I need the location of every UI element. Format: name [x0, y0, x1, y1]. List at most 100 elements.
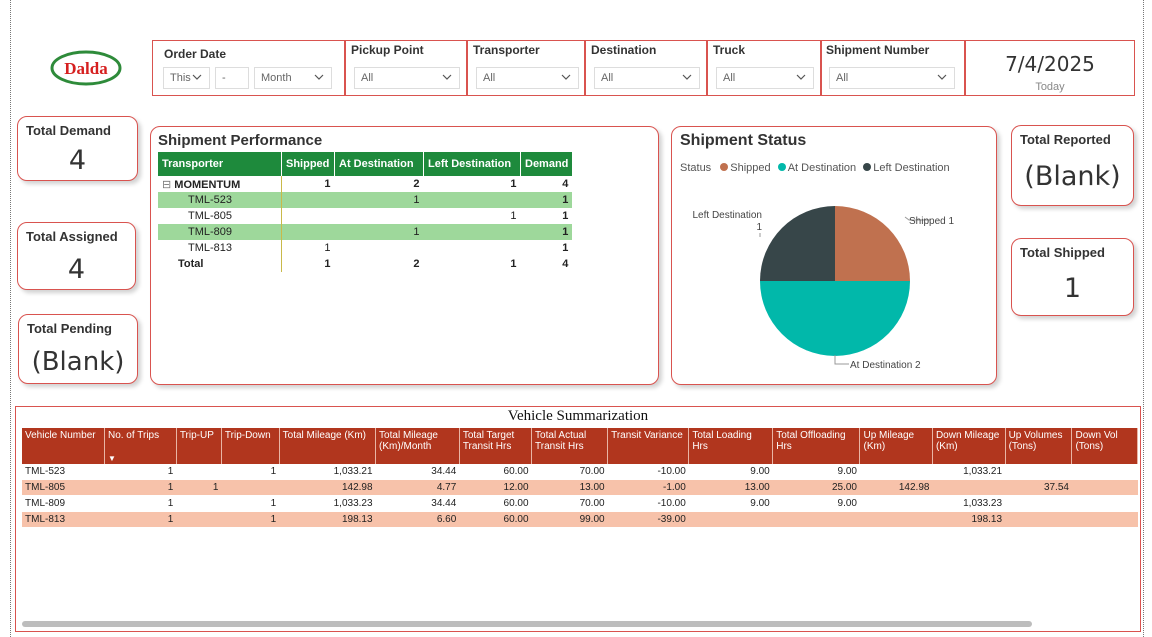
table-row[interactable]: TML-809 1 1 — [158, 224, 573, 240]
table-cell: 1 — [104, 464, 177, 480]
table-cell — [859, 495, 933, 512]
cell — [281, 208, 335, 224]
shipment-number-dropdown[interactable]: All — [829, 67, 955, 89]
cell — [424, 224, 521, 240]
col-header-vehicle-number[interactable]: Vehicle Number — [22, 428, 105, 464]
pie-slice-shipped[interactable] — [835, 206, 910, 281]
table-row[interactable]: TML-813 1 1 198.13 6.60 60.00 99.00 -39.00 198.1… — [22, 511, 1138, 528]
pie-slice-at-destination[interactable] — [760, 281, 910, 356]
cell: 4 — [562, 178, 569, 190]
data-label-shipped: Shipped 1 — [909, 216, 954, 227]
table-cell: 1 — [176, 479, 222, 496]
col-header-actual-transit[interactable]: Total Actual Transit Hrs — [531, 428, 609, 464]
table-row[interactable]: TML-805 1 1 142.98 4.77 12.00 13.00 -1.00 13.00 2… — [22, 479, 1138, 496]
table-row[interactable]: TML-523 1 1 1,033.21 34.44 60.00 70.00 -10.00 9.… — [22, 464, 1138, 480]
order-date-title: Order Date — [164, 47, 227, 61]
table-cell — [1071, 464, 1138, 480]
table-row-group[interactable]: ⊟ MOMENTUM 1 2 1 4 — [158, 176, 572, 192]
col-header-loading-hrs[interactable]: Total Loading Hrs — [688, 428, 774, 464]
col-header-offloading-hrs[interactable]: Total Offloading Hrs — [772, 428, 861, 464]
col-header-shipped[interactable]: Shipped — [281, 152, 335, 176]
table-cell: 198.13 — [279, 511, 376, 528]
table-cell: 1,033.21 — [932, 464, 1006, 480]
vehicle-summary-table: Vehicle Number No. of Trips ▼ Trip-UP Tri… — [22, 428, 1138, 528]
table-cell: 13.00 — [531, 479, 608, 496]
table-row[interactable]: TML-809 1 1 1,033.23 34.44 60.00 70.00 -10.00 9.… — [22, 495, 1138, 512]
cell: 1 — [562, 226, 569, 238]
row-label: TML-809 — [188, 226, 233, 238]
table-cell: 6.60 — [375, 511, 460, 528]
cell: 1 — [281, 256, 335, 272]
table-row[interactable]: TML-523 1 1 — [158, 192, 573, 208]
shipment-status-card: Shipment Status Status Shipped At Destin… — [671, 126, 997, 385]
table-cell: -1.00 — [607, 479, 689, 496]
col-header-down-volumes[interactable]: Down Vol (Tons) — [1071, 428, 1138, 464]
truck-title: Truck — [713, 43, 746, 57]
truck-slicer: Truck All — [707, 40, 821, 96]
table-cell: 34.44 — [375, 464, 460, 480]
table-cell — [176, 464, 222, 480]
table-row[interactable]: TML-805 1 1 — [158, 208, 572, 224]
col-header-up-volumes[interactable]: Up Volumes (Tons) — [1005, 428, 1073, 464]
col-header-total-mileage[interactable]: Total Mileage (Km) — [279, 428, 377, 464]
table-cell: 142.98 — [279, 479, 376, 496]
table-row[interactable]: TML-813 1 1 — [158, 240, 572, 256]
transporter-dropdown[interactable]: All — [476, 67, 579, 89]
chevron-down-icon — [314, 74, 324, 80]
dalda-logo: Dalda — [50, 50, 122, 86]
table-cell: 70.00 — [531, 495, 608, 512]
table-cell: 4.77 — [375, 479, 460, 496]
cell — [281, 192, 335, 208]
col-header-no-of-trips-label: No. of Trips — [107, 430, 160, 441]
today-date-value: 7/4/2025 — [1005, 52, 1095, 76]
col-header-total-mileage-month[interactable]: Total Mileage (Km)/Month — [375, 428, 460, 464]
col-header-trip-up[interactable]: Trip-UP — [176, 428, 222, 464]
col-header-down-mileage[interactable]: Down Mileage (Km) — [932, 428, 1006, 464]
col-header-trip-down[interactable]: Trip-Down — [221, 428, 280, 464]
table-cell: 1,033.23 — [932, 495, 1006, 512]
total-demand-card: Total Demand 4 — [17, 116, 138, 181]
table-cell: 1 — [104, 495, 177, 512]
table-cell — [859, 511, 933, 528]
table-cell: 99.00 — [531, 511, 608, 528]
col-header-target-transit[interactable]: Total Target Transit Hrs — [459, 428, 533, 464]
cell — [335, 208, 424, 224]
order-date-slicer: Order Date This - Month — [152, 40, 345, 96]
shipment-performance-title: Shipment Performance — [158, 132, 323, 149]
col-header-left-destination[interactable]: Left Destination — [423, 152, 521, 176]
table-cell: 37.54 — [1005, 479, 1072, 496]
table-cell: 1 — [221, 495, 280, 512]
collapse-icon[interactable]: ⊟ — [162, 179, 171, 191]
col-header-no-of-trips[interactable]: No. of Trips ▼ — [104, 428, 177, 464]
col-header-demand[interactable]: Demand — [520, 152, 573, 176]
col-header-up-mileage[interactable]: Up Mileage (Km) — [859, 428, 933, 464]
table-cell — [1005, 495, 1072, 512]
table-cell — [859, 464, 933, 480]
group-label: ⊟ MOMENTUM — [158, 176, 282, 192]
destination-dropdown[interactable]: All — [594, 67, 700, 89]
order-date-unit-dropdown[interactable]: Month — [254, 67, 332, 89]
order-date-period-dropdown[interactable]: This — [163, 67, 210, 89]
col-header-at-destination[interactable]: At Destination — [334, 152, 424, 176]
cell: 1 — [510, 258, 517, 270]
col-header-transporter[interactable]: Transporter — [158, 152, 282, 176]
pie-slice-left-destination[interactable] — [760, 206, 835, 281]
table-cell: 9.00 — [772, 464, 860, 480]
destination-title: Destination — [591, 43, 657, 57]
pickup-point-dropdown[interactable]: All — [354, 67, 460, 89]
shipment-number-value: All — [836, 72, 849, 84]
vehicle-number-cell: TML-523 — [22, 464, 105, 480]
row-label: TML-805 — [188, 210, 233, 222]
total-reported-card: Total Reported (Blank) — [1011, 125, 1134, 206]
table-cell: 1 — [104, 511, 177, 528]
table-cell: 142.98 — [859, 479, 933, 496]
total-demand-title: Total Demand — [26, 123, 111, 138]
horizontal-scrollbar[interactable] — [22, 621, 1032, 627]
cell — [335, 240, 424, 256]
cell: 1 — [510, 178, 517, 190]
col-header-transit-variance[interactable]: Transit Variance — [607, 428, 690, 464]
order-date-count-input[interactable]: - — [215, 67, 249, 89]
table-cell: -39.00 — [607, 511, 689, 528]
cell: 1 — [562, 242, 569, 254]
truck-dropdown[interactable]: All — [716, 67, 814, 89]
